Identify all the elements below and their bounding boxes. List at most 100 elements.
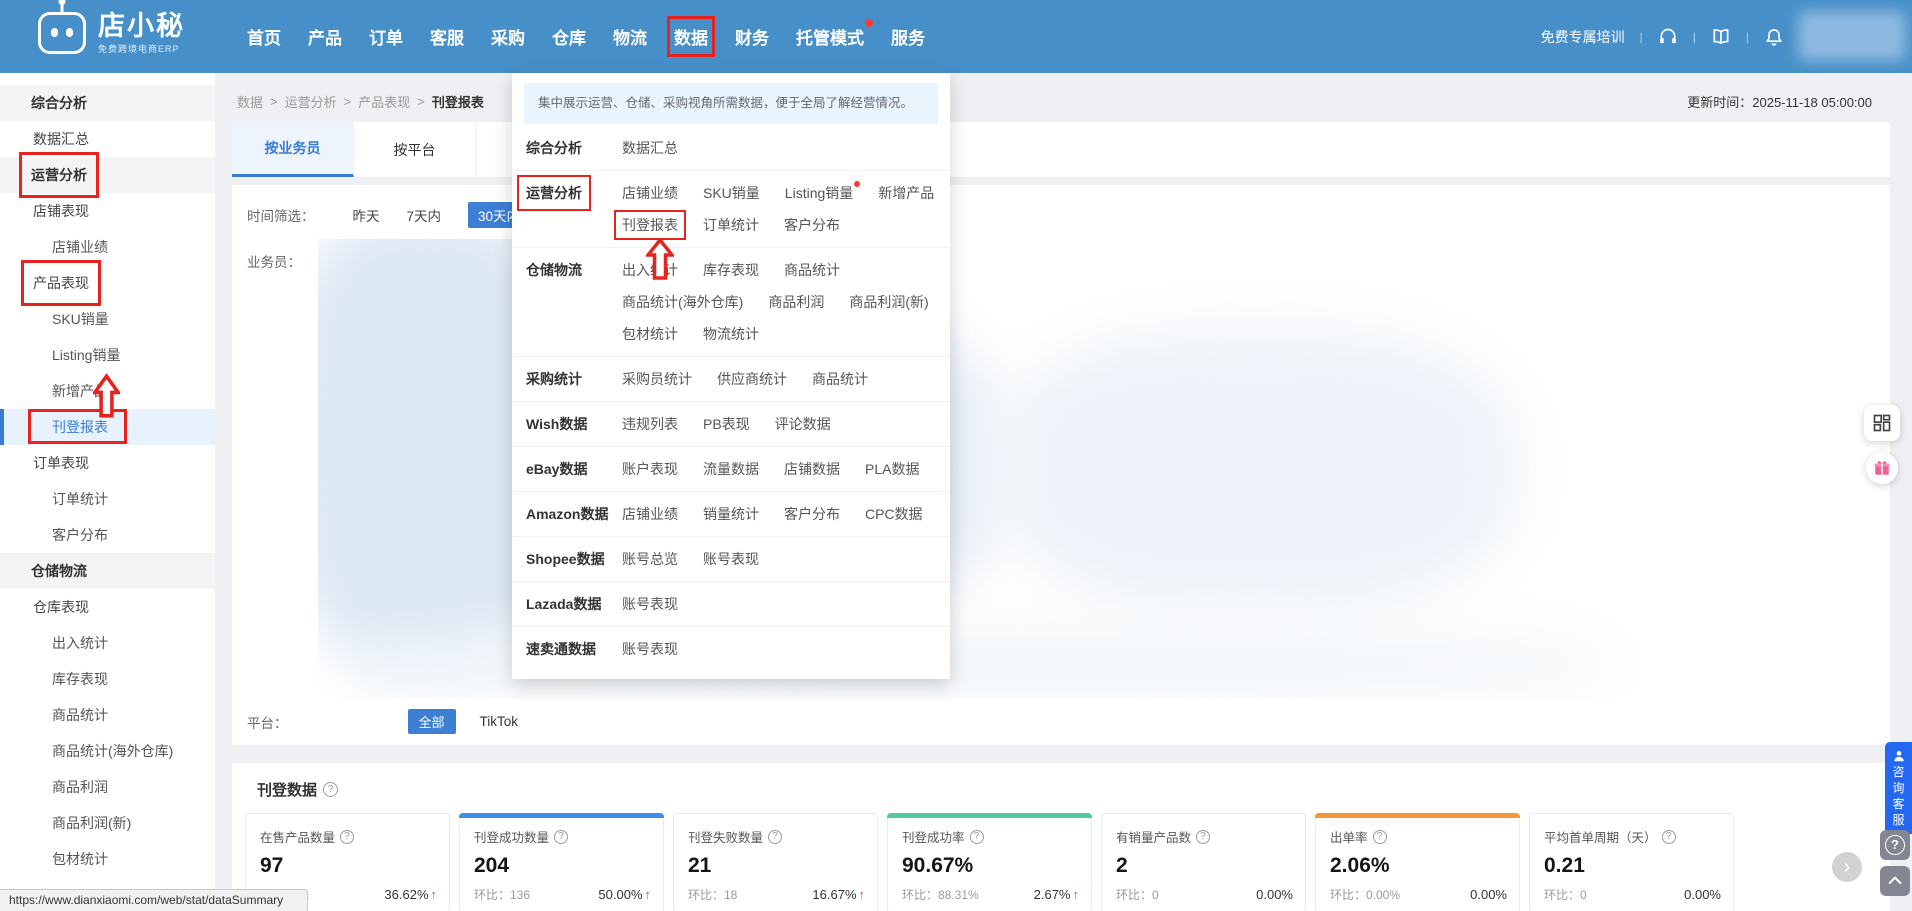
time-option-昨天[interactable]: 昨天	[353, 205, 380, 225]
help-icon[interactable]: ?	[340, 830, 354, 844]
sidebar-item-库存表现[interactable]: 库存表现	[0, 661, 215, 697]
breadcrumb-item-运营分析[interactable]: 运营分析	[285, 92, 337, 111]
nav-item-物流[interactable]: 物流	[613, 24, 647, 49]
sidebar-item-订单统计[interactable]: 订单统计	[0, 481, 215, 517]
sidebar-item-商品统计(海外仓库)[interactable]: 商品统计(海外仓库)	[0, 733, 215, 769]
main-nav: 首页 产品 订单 客服 采购 仓库 物流 数据 财务 托管模式 服务	[247, 0, 925, 73]
dropdown-item-订单统计[interactable]: 订单统计	[703, 209, 759, 241]
sidebar-item-出入统计[interactable]: 出入统计	[0, 625, 215, 661]
breadcrumb-item-数据[interactable]: 数据	[237, 92, 263, 111]
sidebar-item-SKU销量[interactable]: SKU销量	[0, 301, 215, 337]
dropdown-item-CPC数据[interactable]: CPC数据	[865, 498, 923, 530]
sidebar-item-仓库表现[interactable]: 仓库表现	[0, 589, 215, 625]
sidebar-item-订单表现[interactable]: 订单表现	[0, 445, 215, 481]
help-icon[interactable]: ?	[768, 830, 782, 844]
nav-item-采购[interactable]: 采购	[491, 24, 525, 49]
help-float-button[interactable]: ?	[1880, 830, 1910, 860]
help-icon[interactable]: ?	[1373, 830, 1387, 844]
dropdown-item-销量统计[interactable]: 销量统计	[703, 498, 759, 530]
dropdown-item-包材统计[interactable]: 包材统计	[622, 318, 678, 350]
training-link[interactable]: 免费专属培训	[1541, 27, 1625, 47]
dropdown-item-Listing销量[interactable]: Listing销量	[785, 177, 853, 209]
dropdown-item-商品统计[interactable]: 商品统计	[784, 254, 840, 286]
dropdown-item-库存表现[interactable]: 库存表现	[703, 254, 759, 286]
cards-scroll-right-button[interactable]: ›	[1832, 852, 1862, 882]
sidebar-item-商品利润[interactable]: 商品利润	[0, 769, 215, 805]
help-icon[interactable]: ?	[554, 830, 568, 844]
dropdown-item-刊登报表[interactable]: 刊登报表	[622, 209, 678, 241]
stat-card-刊登成功率: 刊登成功率?90.67%环比：88.31%2.67%↑	[887, 813, 1092, 911]
sidebar-item-Listing销量[interactable]: Listing销量	[0, 337, 215, 373]
dropdown-item-数据汇总[interactable]: 数据汇总	[622, 132, 678, 164]
nav-item-服务[interactable]: 服务	[891, 24, 925, 49]
separator: |	[1746, 30, 1749, 44]
dropdown-item-违规列表[interactable]: 违规列表	[622, 408, 678, 440]
dropdown-item-新增产品[interactable]: 新增产品	[878, 177, 934, 209]
nav-item-仓库[interactable]: 仓库	[552, 24, 586, 49]
stat-card-value: 21	[688, 854, 863, 878]
nav-item-数据[interactable]: 数据	[674, 24, 708, 49]
dropdown-item-供应商统计[interactable]: 供应商统计	[717, 363, 787, 395]
dropdown-category-仓储物流: 仓储物流	[526, 254, 622, 350]
sidebar-item-商品利润(新)[interactable]: 商品利润(新)	[0, 805, 215, 841]
stat-card-title-text: 刊登成功数量	[474, 827, 549, 846]
dropdown-item-评论数据[interactable]: 评论数据	[775, 408, 831, 440]
bell-icon[interactable]	[1764, 27, 1784, 47]
help-icon[interactable]: ?	[1662, 830, 1676, 844]
help-icon[interactable]: ?	[970, 830, 984, 844]
book-icon[interactable]	[1711, 27, 1731, 47]
dropdown-item-SKU销量[interactable]: SKU销量	[703, 177, 760, 209]
nav-item-产品[interactable]: 产品	[308, 24, 342, 49]
nav-item-首页[interactable]: 首页	[247, 24, 281, 49]
tab-按业务员[interactable]: 按业务员	[232, 122, 354, 177]
nav-item-订单[interactable]: 订单	[369, 24, 403, 49]
headset-icon[interactable]	[1658, 27, 1678, 47]
dropdown-item-账号表现[interactable]: 账号表现	[703, 543, 759, 575]
consult-service-button[interactable]: 咨询客服	[1885, 742, 1912, 834]
sidebar-item-商品统计[interactable]: 商品统计	[0, 697, 215, 733]
dropdown-item-PLA数据[interactable]: PLA数据	[865, 453, 919, 485]
tab-按平台[interactable]: 按平台	[354, 122, 476, 177]
dropdown-item-商品利润[interactable]: 商品利润	[768, 286, 824, 318]
screenshot-float-button[interactable]	[1864, 405, 1900, 441]
platform-option-全部[interactable]: 全部	[408, 709, 456, 734]
help-icon[interactable]: ?	[1196, 830, 1210, 844]
dropdown-item-流量数据[interactable]: 流量数据	[703, 453, 759, 485]
sidebar-item-店铺业绩[interactable]: 店铺业绩	[0, 229, 215, 265]
app-logo[interactable]: 店小秘 免费跨境电商ERP	[38, 12, 185, 54]
sidebar-item-客户分布[interactable]: 客户分布	[0, 517, 215, 553]
back-to-top-button[interactable]	[1880, 866, 1910, 896]
dropdown-item-采购员统计[interactable]: 采购员统计	[622, 363, 692, 395]
promo-float-button[interactable]	[1866, 452, 1898, 484]
dropdown-item-商品利润(新)[interactable]: 商品利润(新)	[849, 286, 928, 318]
platform-option-TikTok[interactable]: TikTok	[480, 714, 519, 729]
dropdown-menu-row: 账号表现	[622, 633, 936, 665]
dropdown-item-账号表现[interactable]: 账号表现	[622, 588, 678, 620]
dropdown-item-店铺数据[interactable]: 店铺数据	[784, 453, 840, 485]
dropdown-item-客户分布[interactable]: 客户分布	[784, 498, 840, 530]
dropdown-item-账户表现[interactable]: 账户表现	[622, 453, 678, 485]
user-account-area-blurred[interactable]	[1798, 11, 1906, 61]
section-help-icon[interactable]: ?	[323, 782, 338, 797]
breadcrumb-item-产品表现[interactable]: 产品表现	[358, 92, 410, 111]
dropdown-menu-row: 店铺业绩 SKU销量 Listing销量新增产品	[622, 177, 936, 209]
dropdown-item-商品统计[interactable]: 商品统计	[812, 363, 868, 395]
nav-item-客服[interactable]: 客服	[430, 24, 464, 49]
sidebar-item-数据汇总[interactable]: 数据汇总	[0, 121, 215, 157]
dropdown-item-客户分布[interactable]: 客户分布	[784, 209, 840, 241]
nav-item-财务[interactable]: 财务	[735, 24, 769, 49]
sidebar-item-综合分析: 综合分析	[0, 85, 215, 121]
dropdown-item-PB表现[interactable]: PB表现	[703, 408, 750, 440]
nav-item-托管模式[interactable]: 托管模式	[796, 24, 864, 49]
dropdown-item-账号表现[interactable]: 账号表现	[622, 633, 678, 665]
dropdown-item-商品统计(海外仓库)[interactable]: 商品统计(海外仓库)	[622, 286, 743, 318]
sidebar-item-包材统计[interactable]: 包材统计	[0, 841, 215, 877]
dropdown-item-店铺业绩[interactable]: 店铺业绩	[622, 498, 678, 530]
sidebar-item-店铺表现[interactable]: 店铺表现	[0, 193, 215, 229]
sidebar-item-产品表现[interactable]: 产品表现	[0, 265, 215, 301]
dropdown-item-店铺业绩[interactable]: 店铺业绩	[622, 177, 678, 209]
time-option-7天内[interactable]: 7天内	[407, 205, 442, 225]
dropdown-item-物流统计[interactable]: 物流统计	[703, 318, 759, 350]
sidebar-item-label: 仓储物流	[31, 553, 87, 589]
dropdown-item-账号总览[interactable]: 账号总览	[622, 543, 678, 575]
